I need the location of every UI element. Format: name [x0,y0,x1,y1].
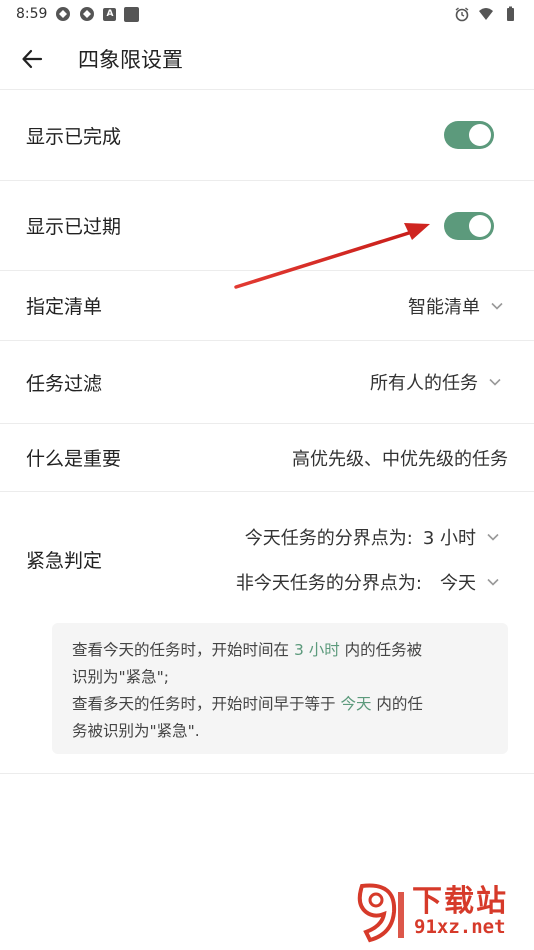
chevron-down-icon [487,533,499,541]
urgency-note: 查看今天的任务时，开始时间在 3 小时 内的任务被 识别为"紧急"; 查看多天的… [52,623,508,754]
watermark-title: 下载站 [412,884,508,919]
chevron-down-icon [487,578,499,586]
urgency-other-selector[interactable]: 非今天任务的分界点为: 今天 [236,569,500,595]
setting-urgency: 紧急判定 今天任务的分界点为: 3 小时 非今天任务的分界点为: 今天 查看今天… [0,492,534,774]
setting-show-overdue: 显示已过期 [0,181,534,271]
urgency-other-value: 今天 [440,573,476,594]
setting-show-completed: 显示已完成 [0,90,534,181]
show-overdue-toggle[interactable] [444,211,494,240]
alarm-icon [454,6,470,22]
watermark-url: 91xz.net [414,916,506,938]
note-line: 查看今天的任务时，开始时间在 3 小时 内的任务被 [72,641,423,659]
specified-list-value: 智能清单 [408,296,480,318]
what-is-important-label: 什么是重要 [26,448,122,470]
wifi-icon [478,6,494,22]
back-button[interactable] [12,39,52,79]
app-notification-icon [55,6,71,22]
back-arrow-icon [22,49,43,68]
note-line: 务被识别为"紧急". [72,722,200,740]
chevron-down-icon [489,378,501,386]
status-bar: 8:59 A [0,0,534,28]
battery-icon [502,6,518,22]
note-highlight: 今天 [340,695,372,713]
show-overdue-label: 显示已过期 [26,216,122,238]
urgency-label: 紧急判定 [26,550,103,572]
app-notification-icon [79,6,95,22]
setting-specified-list[interactable]: 指定清单 智能清单 [0,271,534,341]
urgency-today-selector[interactable]: 今天任务的分界点为: 3 小时 [245,524,500,550]
urgency-today-value: 3 小时 [422,528,476,549]
urgency-today-prefix: 今天任务的分界点为: [244,528,413,549]
chevron-down-icon [491,302,503,310]
status-time: 8:59 [16,6,48,22]
note-line: 识别为"紧急"; [72,668,169,686]
setting-what-is-important[interactable]: 什么是重要 高优先级、中优先级的任务 [0,424,534,492]
what-is-important-value: 高优先级、中优先级的任务 [292,448,508,470]
specified-list-label: 指定清单 [26,296,103,318]
watermark: 下载站 91xz.net [352,876,528,946]
square-notification-icon [124,6,140,22]
page-title: 四象限设置 [78,47,183,72]
note-highlight: 3 小时 [293,641,340,659]
a-notification-icon: A [103,7,117,21]
note-line: 查看多天的任务时，开始时间早于等于 今天 内的任 [72,695,423,713]
urgency-other-prefix: 非今天任务的分界点为: [235,573,422,594]
app-bar: 四象限设置 [0,28,534,90]
show-completed-label: 显示已完成 [26,125,122,148]
watermark-logo-icon [357,883,404,943]
task-filter-value: 所有人的任务 [370,373,478,394]
show-completed-toggle[interactable] [444,121,494,149]
task-filter-label: 任务过滤 [26,372,103,395]
setting-task-filter[interactable]: 任务过滤 所有人的任务 [0,341,534,424]
